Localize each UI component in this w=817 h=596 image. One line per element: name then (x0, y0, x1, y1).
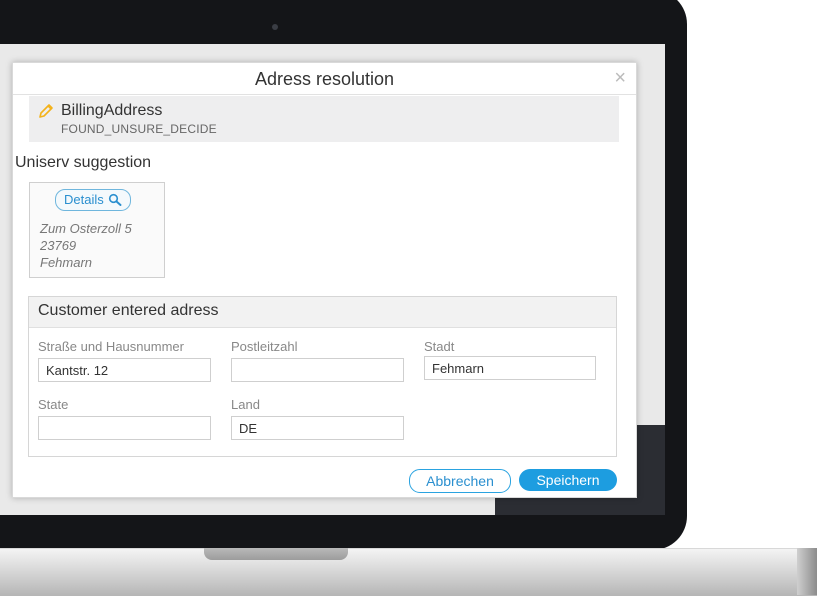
street-label: Straße und Hausnummer (38, 339, 184, 354)
details-button[interactable]: Details (55, 189, 131, 211)
state-input[interactable] (38, 416, 211, 440)
save-button[interactable]: Speichern (519, 469, 617, 491)
camera (272, 24, 278, 30)
laptop-base-notch (204, 548, 348, 560)
details-button-label: Details (64, 192, 104, 207)
suggestion-card: Details Zum Osterzoll 5 23769 Fehmarn (29, 182, 165, 278)
state-label: State (38, 397, 69, 412)
pencil-icon (39, 104, 53, 118)
city-label: Stadt (424, 339, 455, 354)
suggestion-city: Fehmarn (40, 255, 93, 270)
billing-address-box: BillingAddress FOUND_UNSURE_DECIDE (29, 96, 619, 142)
magnifier-icon (108, 193, 122, 206)
billing-address-status: FOUND_UNSURE_DECIDE (61, 122, 217, 136)
title-divider (13, 94, 636, 95)
city-input[interactable]: Fehmarn (424, 356, 596, 380)
postcode-input[interactable] (231, 358, 404, 382)
customer-entered-panel: Customer entered adress Straße und Hausn… (28, 296, 617, 457)
customer-panel-header: Customer entered adress (29, 297, 616, 328)
suggestion-postcode: 23769 (40, 238, 77, 253)
postcode-label: Postleitzahl (231, 339, 298, 354)
laptop-base-edge (797, 548, 817, 595)
laptop-base (0, 548, 817, 596)
billing-address-title: BillingAddress (61, 102, 163, 119)
country-input[interactable]: DE (231, 416, 404, 440)
address-resolution-dialog: Adress resolution × BillingAddress FOUND… (12, 62, 637, 498)
close-icon[interactable]: × (614, 67, 626, 90)
cancel-button[interactable]: Abbrechen (409, 469, 511, 493)
suggestion-heading: Uniserv suggestion (15, 154, 152, 171)
customer-panel-heading: Customer entered adress (38, 302, 219, 319)
street-input[interactable]: Kantstr. 12 (38, 358, 211, 382)
suggestion-street: Zum Osterzoll 5 (40, 221, 132, 236)
country-label: Land (231, 397, 260, 412)
dialog-title: Adress resolution (254, 69, 395, 89)
